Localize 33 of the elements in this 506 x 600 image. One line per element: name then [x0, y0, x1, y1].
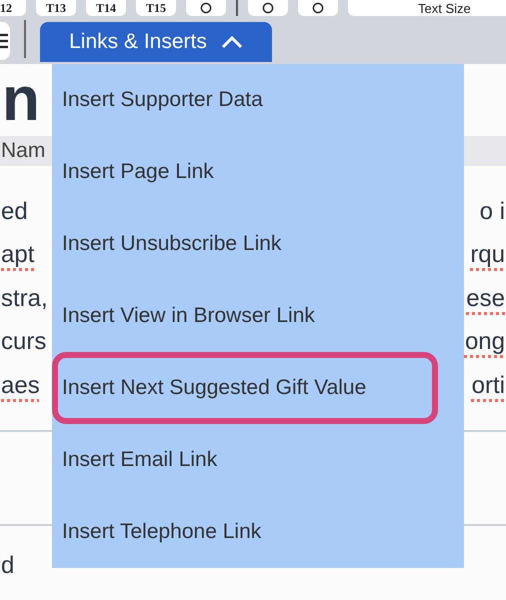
format-button[interactable]: T14: [86, 0, 126, 16]
body-text: o i: [480, 198, 505, 226]
body-text: curs: [1, 328, 46, 356]
menu-item[interactable]: Insert Page Link: [52, 136, 438, 208]
caret-icon: [220, 35, 243, 49]
format-button[interactable]: T15: [136, 0, 176, 16]
menu-item[interactable]: Insert Unsubscribe Link: [52, 208, 438, 280]
menu-item[interactable]: Insert Supporter Data: [52, 64, 438, 136]
tool-icon: [200, 2, 212, 14]
body-text: ed: [1, 198, 28, 226]
format-button[interactable]: T13: [36, 0, 76, 16]
menu-item[interactable]: Insert Email Link: [52, 424, 438, 496]
toolbar-button[interactable]: [298, 0, 338, 16]
body-text: aes: [1, 372, 40, 400]
menu-item[interactable]: Insert Telephone Link: [52, 496, 438, 568]
tool-icon: [312, 2, 324, 14]
body-text: orti: [472, 372, 505, 400]
toolbar-button[interactable]: [186, 0, 226, 16]
body-text: apt: [1, 241, 34, 270]
menu-item[interactable]: Insert Next Suggested Gift Value: [52, 352, 438, 424]
body-text: d: [1, 552, 14, 580]
menu-item[interactable]: Insert View in Browser Link: [52, 280, 438, 352]
links-inserts-dropdown[interactable]: Links & Inserts: [40, 22, 272, 62]
text-size-field[interactable]: Text Size: [348, 0, 506, 16]
format-button[interactable]: 12: [0, 0, 26, 16]
body-text: ese: [466, 284, 505, 313]
band-text: Nam: [1, 139, 46, 163]
tool-icon: [262, 2, 274, 14]
toolbar-button[interactable]: [248, 0, 288, 16]
body-text: ong: [464, 328, 505, 356]
body-text: stra,: [1, 284, 48, 313]
body-text: rqu: [470, 241, 505, 270]
heading-text: n: [2, 64, 40, 136]
